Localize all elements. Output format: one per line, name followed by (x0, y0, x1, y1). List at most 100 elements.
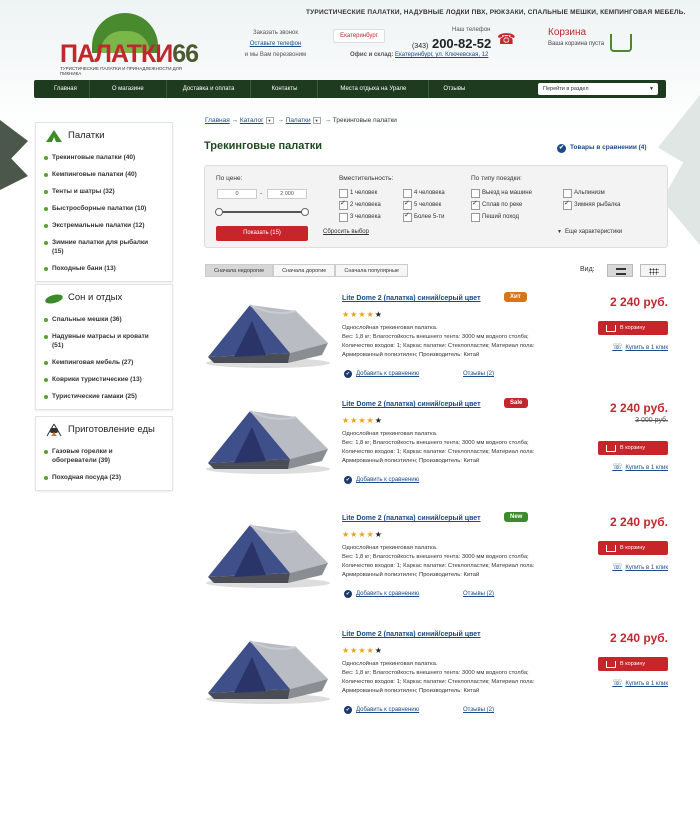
callback-link[interactable]: Оставьте телефон (238, 39, 313, 50)
sort-cheap-first[interactable]: Сначала недорогие (205, 264, 274, 277)
product-image[interactable] (204, 633, 332, 705)
breadcrumb-tents[interactable]: Палатки (286, 117, 311, 124)
trip-checkbox[interactable]: Альпинизм (563, 189, 605, 198)
section-select[interactable]: Перейти в раздел (538, 83, 658, 95)
sort-expensive-first[interactable]: Сначала дорогие (273, 264, 336, 277)
sidebar-item[interactable]: Экстремальные палатки (12) (42, 217, 166, 234)
campfire-pot-icon (46, 423, 62, 437)
add-to-compare-link[interactable]: Добавить к сравнению (344, 476, 419, 484)
sidebar-item[interactable]: Походная посуда (23) (42, 469, 166, 486)
trip-checkbox[interactable]: Зимняя рыбалка (563, 200, 620, 210)
sidebar-block-cooking: Приготовление еды Газовые горелки и обог… (35, 416, 173, 491)
product-title-link[interactable]: Lite Dome 2 (палатка) синий/серый цвет (342, 631, 481, 638)
nav-item-home[interactable]: Главная (34, 80, 90, 98)
sidebar-item[interactable]: Походные бани (13) (42, 260, 166, 277)
buy-one-click-link[interactable]: Купить в 1 клик (612, 562, 668, 571)
show-button[interactable]: Показать (15) (216, 226, 308, 241)
office-label: Офис и склад: (350, 52, 394, 58)
product-image[interactable] (204, 297, 332, 369)
breadcrumb-home[interactable]: Главная (205, 117, 230, 124)
sidebar-title: Палатки (68, 130, 105, 141)
compare-link[interactable]: Товары в сравнении (4) (557, 144, 647, 153)
logo-subtitle: ТУРИСТИЧЕСКИЕ ПАЛАТКИ И ПРИНАДЛЕЖНОСТИ Д… (60, 66, 182, 76)
breadcrumb: Главная → Каталог ▼ → Палатки ▼ → Трекинго… (205, 117, 397, 125)
chevron-down-icon[interactable]: ▼ (265, 117, 274, 124)
capacity-checkbox[interactable]: 3 человека (339, 213, 381, 222)
logo-number: 66 (172, 40, 199, 68)
cart-icon[interactable] (610, 34, 632, 52)
product-desc-line: Количество входов: 1; Каркас палатки: Ст… (342, 679, 535, 685)
capacity-checkbox[interactable]: Более 5-ти (403, 212, 444, 222)
chevron-down-icon[interactable]: ▼ (312, 117, 321, 124)
add-to-compare-link[interactable]: Добавить к сравнению (344, 706, 419, 714)
price-to-input[interactable]: 2 000 (267, 189, 307, 199)
buy-one-click-link[interactable]: Купить в 1 клик (612, 342, 668, 351)
product-card: Lite Dome 2 (палатка) синий/серый цвет N… (204, 512, 670, 622)
add-to-cart-button[interactable]: В корзину (598, 657, 668, 671)
sidebar-block-sleep: Сон и отдых Спальные мешки (36) Надувные… (35, 284, 173, 410)
add-to-cart-button[interactable]: В корзину (598, 321, 668, 335)
sort-popular-first[interactable]: Сначала популярные (335, 264, 408, 277)
office-address-link[interactable]: Екатеринбург, ул. Ключевская, 12 (395, 52, 488, 58)
sidebar-item[interactable]: Туристические гамаки (25) (42, 388, 166, 405)
product-desc-line: Вес: 1,8 кг; Влагостойкость внешнего тен… (342, 334, 529, 340)
product-image[interactable] (204, 517, 332, 589)
reviews-link[interactable]: Отзывы (2) (463, 707, 494, 713)
sidebar-item[interactable]: Кемпинговая мебель (27) (42, 354, 166, 371)
sidebar-item[interactable]: Тенты и шатры (32) (42, 183, 166, 200)
nav-item-about[interactable]: О магазине (90, 80, 167, 98)
trip-checkbox[interactable]: Выезд на машине (471, 189, 532, 198)
price-label: По цене: (216, 175, 243, 182)
sidebar-item[interactable]: Газовые горелки и обогреватели (39) (42, 443, 147, 469)
add-to-compare-link[interactable]: Добавить к сравнению (344, 590, 419, 598)
product-price: 2 240 руб. (610, 515, 668, 529)
city-selector[interactable]: Екатеринбург (333, 29, 385, 43)
product-image[interactable] (204, 403, 332, 475)
logo[interactable]: ПАЛАТКИ66 ТУРИСТИЧЕСКИЕ ПАЛАТКИ И ПРИНАД… (60, 13, 199, 76)
price-from-input[interactable]: 0 (217, 189, 257, 199)
product-title-link[interactable]: Lite Dome 2 (палатка) синий/серый цвет (342, 295, 481, 302)
product-badge: Sale (504, 398, 529, 408)
trip-checkbox[interactable]: Пеший поход (471, 213, 519, 222)
breadcrumb-catalog[interactable]: Каталог (240, 117, 264, 124)
reviews-link[interactable]: Отзывы (2) (463, 371, 494, 377)
reset-filter-link[interactable]: Сбросить выбор (323, 229, 369, 235)
sidebar-item[interactable]: Спальные мешки (36) (42, 311, 166, 328)
add-to-cart-button[interactable]: В корзину (598, 541, 668, 555)
product-card: Lite Dome 2 (палатка) синий/серый цвет ★… (204, 628, 670, 738)
buy-one-click-link[interactable]: Купить в 1 клик (612, 462, 668, 471)
sidebar-item[interactable]: Зимние палатки для рыбалки (15) (42, 234, 152, 260)
grid-view-button[interactable] (640, 264, 666, 277)
cart-title[interactable]: Корзина (548, 27, 586, 38)
sleeping-bag-icon (45, 294, 63, 304)
product-price: 2 240 руб. (610, 295, 668, 309)
capacity-checkbox[interactable]: 2 человека (339, 200, 381, 210)
reviews-link[interactable]: Отзывы (2) (463, 591, 494, 597)
sidebar-item[interactable]: Надувные матрасы и кровати (51) (42, 328, 152, 354)
nav-item-contacts[interactable]: Контакты (251, 80, 319, 98)
list-view-button[interactable] (607, 264, 633, 277)
nav-item-reviews[interactable]: Отзывы (429, 80, 479, 98)
sidebar-item[interactable]: Кемпинговые палатки (40) (42, 166, 166, 183)
trip-checkbox[interactable]: Сплав по реке (471, 200, 522, 210)
sidebar-item[interactable]: Быстросборные палатки (10) (42, 200, 166, 217)
capacity-checkbox[interactable]: 1 человек (339, 189, 377, 198)
product-title-link[interactable]: Lite Dome 2 (палатка) синий/серый цвет (342, 515, 481, 522)
sidebar-item[interactable]: Трекинговые палатки (40) (42, 149, 166, 166)
sidebar-item[interactable]: Коврики туристические (13) (42, 371, 166, 388)
add-to-cart-button[interactable]: В корзину (598, 441, 668, 455)
product-desc-line: Армированный полиэтилен; Производитель: … (342, 688, 480, 694)
capacity-checkbox[interactable]: 4 человека (403, 189, 445, 198)
nav-item-places[interactable]: Места отдыха на Урале (318, 80, 430, 98)
product-desc-line: Однослойная трекинговая палатка. (342, 431, 438, 437)
more-characteristics-link[interactable]: Еще характеристики (557, 229, 622, 235)
add-to-compare-link[interactable]: Добавить к сравнению (344, 370, 419, 378)
capacity-checkbox[interactable]: 5 человек (403, 200, 441, 210)
product-desc-line: Армированный полиэтилен; Производитель: … (342, 458, 480, 464)
product-title-link[interactable]: Lite Dome 2 (палатка) синий/серый цвет (342, 401, 481, 408)
product-desc-line: Количество входов: 1; Каркас палатки: Ст… (342, 449, 535, 455)
buy-one-click-link[interactable]: Купить в 1 клик (612, 678, 668, 687)
nav-item-delivery[interactable]: Доставка и оплата (167, 80, 252, 98)
main-nav: Главная О магазине Доставка и оплата Кон… (34, 80, 666, 98)
price-slider[interactable] (215, 208, 309, 216)
